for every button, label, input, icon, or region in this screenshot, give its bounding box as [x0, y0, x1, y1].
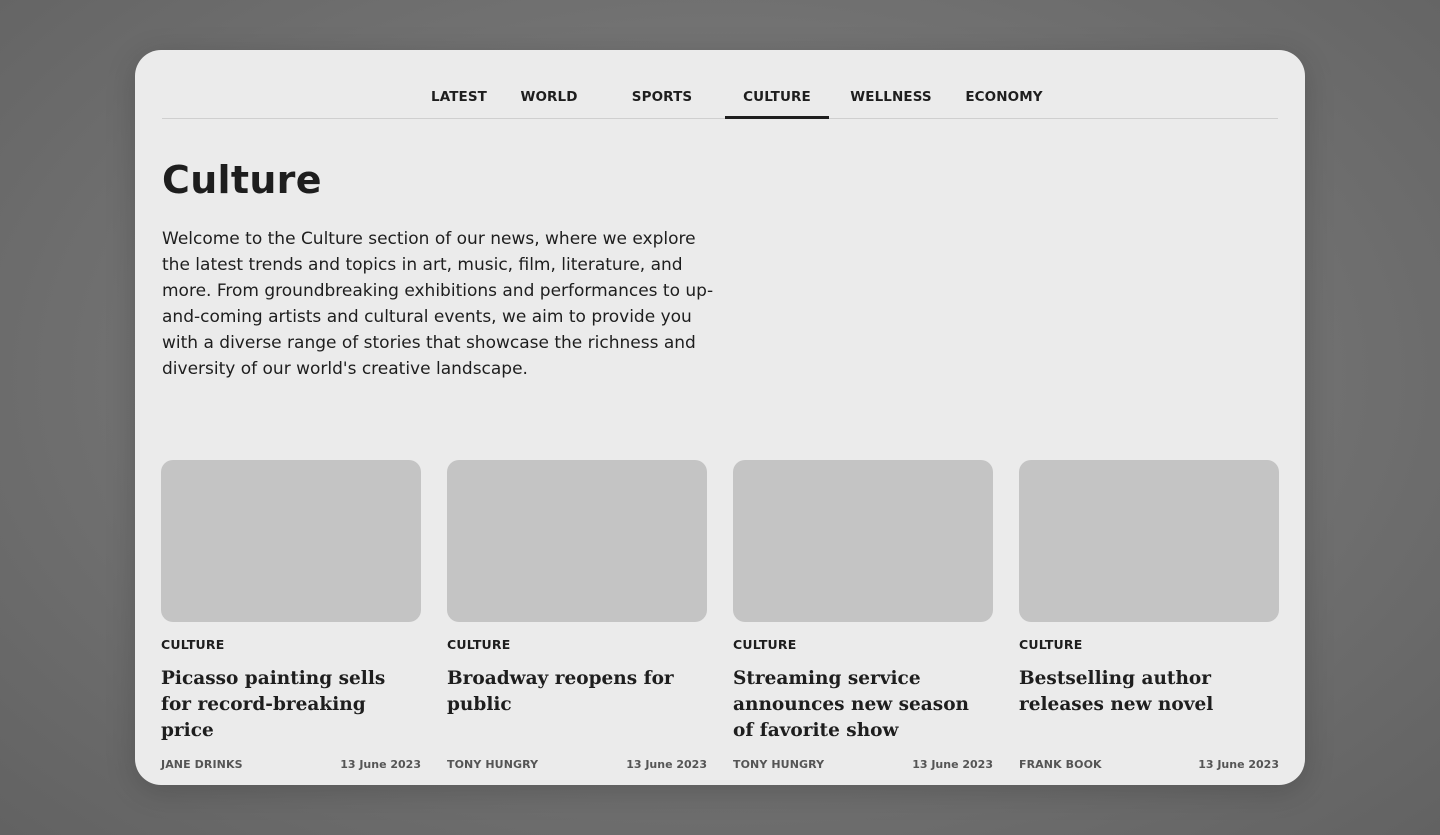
- article-category: CULTURE: [1019, 637, 1083, 652]
- article-title[interactable]: Bestselling author releases new novel: [1019, 666, 1277, 718]
- section-intro: Welcome to the Culture section of our ne…: [162, 229, 714, 379]
- article-author: TONY HUNGRY: [447, 758, 539, 771]
- article-date: 13 June 2023: [340, 758, 421, 771]
- article-card[interactable]: CULTURE Bestselling author releases new …: [1019, 460, 1279, 780]
- tab-culture[interactable]: CULTURE: [725, 89, 829, 105]
- article-card[interactable]: CULTURE Streaming service announces new …: [733, 460, 993, 780]
- page-title: Culture: [162, 158, 322, 202]
- article-image-placeholder[interactable]: [161, 460, 421, 622]
- article-category: CULTURE: [161, 637, 225, 652]
- article-category: CULTURE: [733, 637, 797, 652]
- article-image-placeholder[interactable]: [1019, 460, 1279, 622]
- article-image-placeholder[interactable]: [447, 460, 707, 622]
- active-tab-indicator: [725, 116, 829, 119]
- culture-page-panel: LATEST WORLD SPORTS CULTURE WELLNESS ECO…: [135, 50, 1305, 785]
- article-date: 13 June 2023: [626, 758, 707, 771]
- article-date: 13 June 2023: [912, 758, 993, 771]
- category-nav: LATEST WORLD SPORTS CULTURE WELLNESS ECO…: [162, 50, 1278, 119]
- article-card[interactable]: CULTURE Picasso painting sells for recor…: [161, 460, 421, 780]
- article-title[interactable]: Streaming service announces new season o…: [733, 666, 991, 744]
- article-author: FRANK BOOK: [1019, 758, 1102, 771]
- article-title[interactable]: Picasso painting sells for record-breaki…: [161, 666, 419, 744]
- tab-wellness[interactable]: WELLNESS: [841, 89, 941, 105]
- tab-economy[interactable]: ECONOMY: [954, 89, 1054, 105]
- article-card[interactable]: CULTURE Broadway reopens for public TONY…: [447, 460, 707, 780]
- tab-world[interactable]: WORLD: [499, 89, 599, 105]
- article-title[interactable]: Broadway reopens for public: [447, 666, 705, 718]
- article-author: JANE DRINKS: [161, 758, 243, 771]
- tab-latest[interactable]: LATEST: [409, 89, 509, 105]
- article-author: TONY HUNGRY: [733, 758, 825, 771]
- article-image-placeholder[interactable]: [733, 460, 993, 622]
- article-date: 13 June 2023: [1198, 758, 1279, 771]
- tab-sports[interactable]: SPORTS: [612, 89, 712, 105]
- article-category: CULTURE: [447, 637, 511, 652]
